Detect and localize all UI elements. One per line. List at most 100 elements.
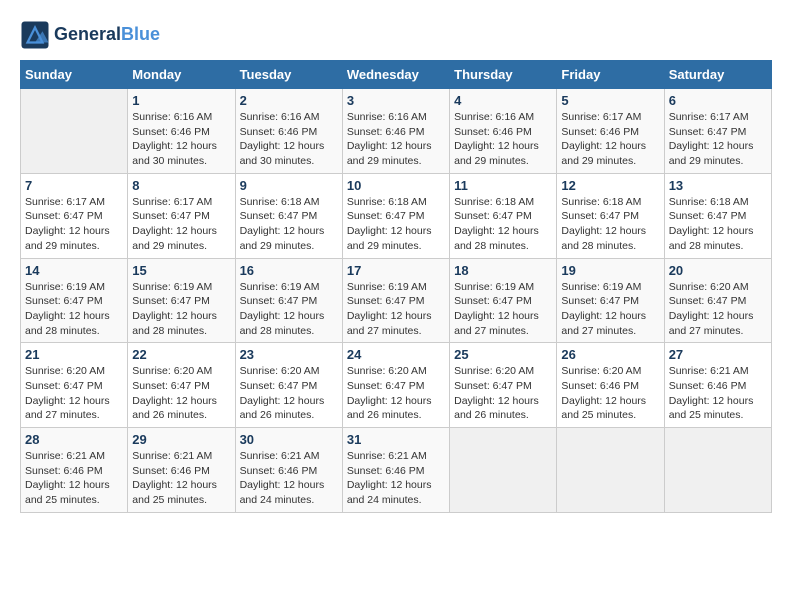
calendar-cell: 14 Sunrise: 6:19 AM Sunset: 6:47 PM Dayli…: [21, 258, 128, 343]
calendar-cell: 12 Sunrise: 6:18 AM Sunset: 6:47 PM Dayli…: [557, 173, 664, 258]
day-number: 27: [669, 347, 767, 362]
calendar-header-row: SundayMondayTuesdayWednesdayThursdayFrid…: [21, 61, 772, 89]
day-number: 30: [240, 432, 338, 447]
calendar-cell: 19 Sunrise: 6:19 AM Sunset: 6:47 PM Dayli…: [557, 258, 664, 343]
day-number: 22: [132, 347, 230, 362]
calendar-cell: 4Sunrise: 6:16 AM Sunset: 6:46 PM Daylig…: [450, 89, 557, 174]
day-info: Sunrise: 6:21 AM Sunset: 6:46 PM Dayligh…: [132, 449, 230, 508]
calendar-cell: 11 Sunrise: 6:18 AM Sunset: 6:47 PM Dayli…: [450, 173, 557, 258]
day-info: Sunrise: 6:21 AM Sunset: 6:46 PM Dayligh…: [347, 449, 445, 508]
calendar-cell: [450, 428, 557, 513]
calendar-cell: 10Sunrise: 6:18 AM Sunset: 6:47 PM Dayli…: [342, 173, 449, 258]
day-number: 11: [454, 178, 552, 193]
day-info: Sunrise: 6:19 AM Sunset: 6:47 PM Dayligh…: [25, 280, 123, 339]
logo: GeneralBlue: [20, 20, 160, 50]
logo-icon: [20, 20, 50, 50]
day-info: Sunrise: 6:19 AM Sunset: 6:47 PM Dayligh…: [561, 280, 659, 339]
calendar-cell: 20 Sunrise: 6:20 AM Sunset: 6:47 PM Dayli…: [664, 258, 771, 343]
day-number: 28: [25, 432, 123, 447]
day-info: Sunrise: 6:20 AM Sunset: 6:47 PM Dayligh…: [25, 364, 123, 423]
day-number: 20: [669, 263, 767, 278]
day-number: 2: [240, 93, 338, 108]
day-number: 15: [132, 263, 230, 278]
day-info: Sunrise: 6:17 AM Sunset: 6:47 PM Dayligh…: [132, 195, 230, 254]
calendar-body: 1Sunrise: 6:16 AM Sunset: 6:46 PM Daylig…: [21, 89, 772, 513]
calendar-cell: 22 Sunrise: 6:20 AM Sunset: 6:47 PM Dayli…: [128, 343, 235, 428]
day-number: 12: [561, 178, 659, 193]
calendar-cell: 17Sunrise: 6:19 AM Sunset: 6:47 PM Dayli…: [342, 258, 449, 343]
calendar-cell: 26 Sunrise: 6:20 AM Sunset: 6:46 PM Dayli…: [557, 343, 664, 428]
day-number: 24: [347, 347, 445, 362]
day-info: Sunrise: 6:21 AM Sunset: 6:46 PM Dayligh…: [240, 449, 338, 508]
day-number: 4: [454, 93, 552, 108]
day-number: 14: [25, 263, 123, 278]
calendar-header-friday: Friday: [557, 61, 664, 89]
calendar-cell: 29 Sunrise: 6:21 AM Sunset: 6:46 PM Dayli…: [128, 428, 235, 513]
calendar-cell: 31 Sunrise: 6:21 AM Sunset: 6:46 PM Dayli…: [342, 428, 449, 513]
calendar-header-tuesday: Tuesday: [235, 61, 342, 89]
day-number: 13: [669, 178, 767, 193]
day-number: 21: [25, 347, 123, 362]
day-number: 18: [454, 263, 552, 278]
page-header: GeneralBlue: [20, 20, 772, 50]
day-info: Sunrise: 6:20 AM Sunset: 6:47 PM Dayligh…: [454, 364, 552, 423]
calendar-cell: 30 Sunrise: 6:21 AM Sunset: 6:46 PM Dayli…: [235, 428, 342, 513]
day-number: 29: [132, 432, 230, 447]
day-number: 31: [347, 432, 445, 447]
calendar-cell: 8 Sunrise: 6:17 AM Sunset: 6:47 PM Daylig…: [128, 173, 235, 258]
calendar-cell: 24Sunrise: 6:20 AM Sunset: 6:47 PM Dayli…: [342, 343, 449, 428]
calendar-week-row: 14 Sunrise: 6:19 AM Sunset: 6:47 PM Dayli…: [21, 258, 772, 343]
calendar-table: SundayMondayTuesdayWednesdayThursdayFrid…: [20, 60, 772, 513]
day-number: 16: [240, 263, 338, 278]
calendar-cell: 18 Sunrise: 6:19 AM Sunset: 6:47 PM Dayli…: [450, 258, 557, 343]
day-info: Sunrise: 6:21 AM Sunset: 6:46 PM Dayligh…: [669, 364, 767, 423]
day-info: Sunrise: 6:18 AM Sunset: 6:47 PM Dayligh…: [561, 195, 659, 254]
day-info: Sunrise: 6:16 AM Sunset: 6:46 PM Dayligh…: [132, 110, 230, 169]
calendar-cell: 6Sunrise: 6:17 AM Sunset: 6:47 PM Daylig…: [664, 89, 771, 174]
calendar-cell: 23 Sunrise: 6:20 AM Sunset: 6:47 PM Dayli…: [235, 343, 342, 428]
day-number: 9: [240, 178, 338, 193]
day-info: Sunrise: 6:19 AM Sunset: 6:47 PM Dayligh…: [132, 280, 230, 339]
day-number: 23: [240, 347, 338, 362]
day-info: Sunrise: 6:20 AM Sunset: 6:47 PM Dayligh…: [132, 364, 230, 423]
calendar-cell: 7 Sunrise: 6:17 AM Sunset: 6:47 PM Daylig…: [21, 173, 128, 258]
day-number: 7: [25, 178, 123, 193]
day-info: Sunrise: 6:21 AM Sunset: 6:46 PM Dayligh…: [25, 449, 123, 508]
day-number: 25: [454, 347, 552, 362]
calendar-cell: 5Sunrise: 6:17 AM Sunset: 6:46 PM Daylig…: [557, 89, 664, 174]
day-info: Sunrise: 6:17 AM Sunset: 6:47 PM Dayligh…: [25, 195, 123, 254]
calendar-cell: 2 Sunrise: 6:16 AM Sunset: 6:46 PM Daylig…: [235, 89, 342, 174]
day-info: Sunrise: 6:19 AM Sunset: 6:47 PM Dayligh…: [454, 280, 552, 339]
day-info: Sunrise: 6:20 AM Sunset: 6:47 PM Dayligh…: [669, 280, 767, 339]
calendar-week-row: 7 Sunrise: 6:17 AM Sunset: 6:47 PM Daylig…: [21, 173, 772, 258]
calendar-week-row: 21 Sunrise: 6:20 AM Sunset: 6:47 PM Dayli…: [21, 343, 772, 428]
calendar-header-wednesday: Wednesday: [342, 61, 449, 89]
calendar-cell: 15 Sunrise: 6:19 AM Sunset: 6:47 PM Dayli…: [128, 258, 235, 343]
day-number: 8: [132, 178, 230, 193]
calendar-week-row: 28 Sunrise: 6:21 AM Sunset: 6:46 PM Dayli…: [21, 428, 772, 513]
day-info: Sunrise: 6:17 AM Sunset: 6:46 PM Dayligh…: [561, 110, 659, 169]
calendar-header-thursday: Thursday: [450, 61, 557, 89]
day-info: Sunrise: 6:16 AM Sunset: 6:46 PM Dayligh…: [240, 110, 338, 169]
day-info: Sunrise: 6:18 AM Sunset: 6:47 PM Dayligh…: [669, 195, 767, 254]
day-info: Sunrise: 6:18 AM Sunset: 6:47 PM Dayligh…: [454, 195, 552, 254]
day-info: Sunrise: 6:17 AM Sunset: 6:47 PM Dayligh…: [669, 110, 767, 169]
calendar-cell: 25 Sunrise: 6:20 AM Sunset: 6:47 PM Dayli…: [450, 343, 557, 428]
calendar-cell: [664, 428, 771, 513]
day-info: Sunrise: 6:18 AM Sunset: 6:47 PM Dayligh…: [240, 195, 338, 254]
calendar-cell: 1Sunrise: 6:16 AM Sunset: 6:46 PM Daylig…: [128, 89, 235, 174]
day-number: 3: [347, 93, 445, 108]
day-info: Sunrise: 6:18 AM Sunset: 6:47 PM Dayligh…: [347, 195, 445, 254]
calendar-cell: 9 Sunrise: 6:18 AM Sunset: 6:47 PM Daylig…: [235, 173, 342, 258]
day-info: Sunrise: 6:20 AM Sunset: 6:47 PM Dayligh…: [240, 364, 338, 423]
calendar-header-saturday: Saturday: [664, 61, 771, 89]
calendar-cell: 3Sunrise: 6:16 AM Sunset: 6:46 PM Daylig…: [342, 89, 449, 174]
calendar-cell: 21 Sunrise: 6:20 AM Sunset: 6:47 PM Dayli…: [21, 343, 128, 428]
logo-text: GeneralBlue: [54, 25, 160, 45]
day-info: Sunrise: 6:20 AM Sunset: 6:46 PM Dayligh…: [561, 364, 659, 423]
day-number: 19: [561, 263, 659, 278]
day-info: Sunrise: 6:19 AM Sunset: 6:47 PM Dayligh…: [347, 280, 445, 339]
day-number: 26: [561, 347, 659, 362]
calendar-header-monday: Monday: [128, 61, 235, 89]
calendar-cell: 27 Sunrise: 6:21 AM Sunset: 6:46 PM Dayli…: [664, 343, 771, 428]
